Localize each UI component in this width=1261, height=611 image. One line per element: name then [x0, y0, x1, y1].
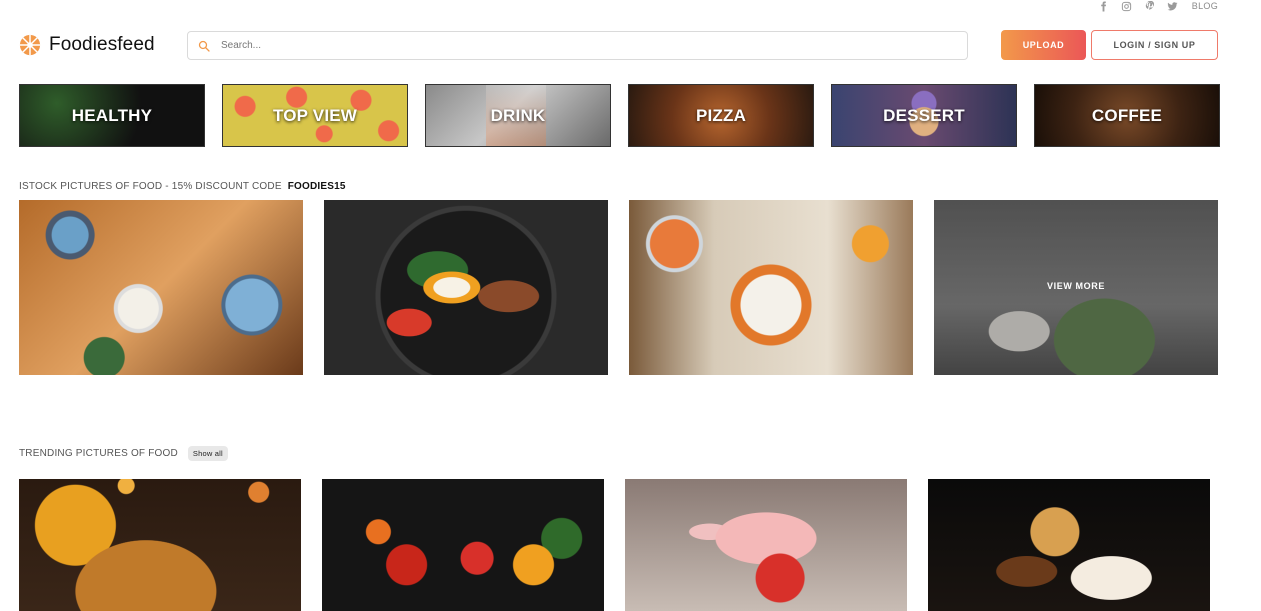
show-all-button[interactable]: Show all [187, 446, 228, 461]
search-bar[interactable] [187, 31, 968, 60]
istock-label: ISTOCK PICTURES OF FOOD - 15% DISCOUNT C… [19, 181, 282, 192]
istock-view-more-tile[interactable]: VIEW MORE [934, 200, 1218, 375]
blog-link[interactable]: BLOG [1192, 1, 1218, 11]
category-tile-top-view[interactable]: TOP VIEW [222, 84, 408, 147]
pinterest-icon[interactable] [1144, 0, 1155, 12]
instagram-icon[interactable] [1121, 1, 1132, 12]
logo-text: Foodiesfeed [49, 34, 155, 55]
istock-section-heading: ISTOCK PICTURES OF FOOD - 15% DISCOUNT C… [19, 181, 346, 192]
search-icon [198, 40, 210, 52]
trending-photo[interactable] [625, 479, 907, 611]
category-tile-coffee[interactable]: COFFEE [1034, 84, 1220, 147]
category-tile-dessert[interactable]: DESSERT [831, 84, 1017, 147]
view-more-label: VIEW MORE [1047, 281, 1105, 291]
category-label: PIZZA [695, 105, 747, 125]
category-tile-pizza[interactable]: PIZZA [628, 84, 814, 147]
facebook-icon[interactable] [1098, 0, 1109, 12]
category-label: TOP VIEW [272, 105, 358, 125]
foodiesfeed-logo-icon [19, 34, 41, 56]
site-logo[interactable]: Foodiesfeed [19, 34, 155, 56]
category-label: DRINK [490, 105, 546, 125]
trending-label: TRENDING PICTURES OF FOOD [19, 448, 178, 459]
social-links: BLOG [1098, 0, 1218, 12]
trending-photo[interactable] [928, 479, 1210, 611]
istock-photo[interactable] [19, 200, 303, 375]
login-signup-button[interactable]: LOGIN / SIGN UP [1091, 30, 1218, 60]
category-label: COFFEE [1091, 105, 1163, 125]
istock-photo[interactable] [324, 200, 608, 375]
upload-button[interactable]: UPLOAD [1001, 30, 1086, 60]
istock-photo-grid: VIEW MORE [19, 200, 1218, 375]
discount-code: FOODIES15 [287, 181, 346, 192]
category-tiles: HEALTHY TOP VIEW DRINK PIZZA DESSERT COF… [19, 84, 1220, 147]
category-tile-healthy[interactable]: HEALTHY [19, 84, 205, 147]
trending-photo[interactable] [19, 479, 301, 611]
category-label: HEALTHY [71, 105, 153, 125]
trending-section-heading: TRENDING PICTURES OF FOOD Show all [19, 446, 228, 461]
search-input[interactable] [221, 40, 921, 51]
trending-photo[interactable] [322, 479, 604, 611]
trending-photo-grid [19, 479, 1210, 611]
twitter-icon[interactable] [1167, 1, 1178, 12]
category-label: DESSERT [883, 105, 965, 125]
istock-photo[interactable] [629, 200, 913, 375]
category-tile-drink[interactable]: DRINK [425, 84, 611, 147]
